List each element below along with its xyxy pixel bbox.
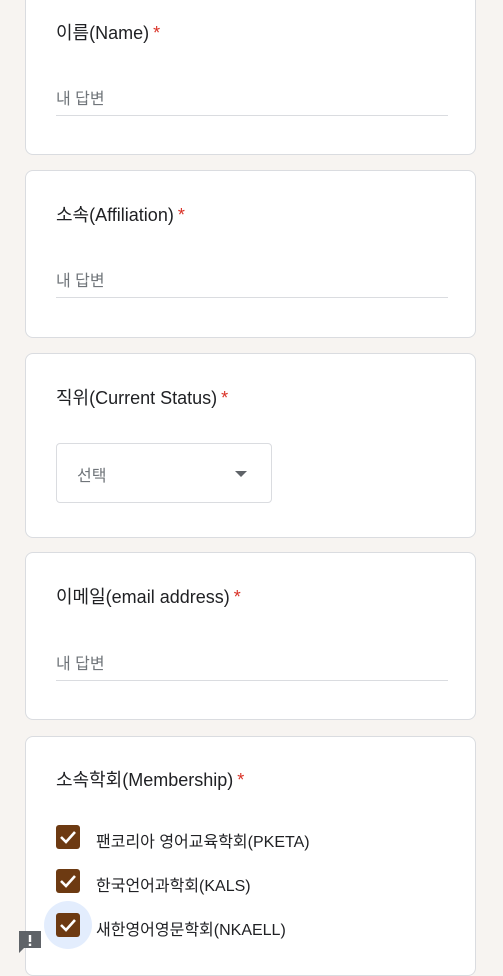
question-title-affiliation: 소속(Affiliation) * [56,203,185,227]
question-card-status: 직위(Current Status) * 선택 [25,353,476,538]
question-title-text: 소속학회(Membership) [56,770,234,790]
question-title-status: 직위(Current Status) * [56,386,228,410]
question-title-text: 이메일(email address) [56,587,230,607]
checkmark-icon [60,875,76,888]
status-dropdown[interactable]: 선택 [56,443,272,503]
question-title-text: 직위(Current Status) [56,388,218,408]
required-asterisk: * [237,770,245,790]
question-title-email: 이메일(email address) * [56,585,241,609]
checkmark-icon [60,919,76,932]
question-title-membership: 소속학회(Membership) * [56,768,244,792]
report-problem-icon[interactable] [17,929,43,955]
checkbox-label: 한국언어과학회(KALS) [96,878,251,895]
question-card-email: 이메일(email address) * 내 답변 [25,552,476,720]
checkbox-label: 팬코리아 영어교육학회(PKETA) [96,834,310,851]
checkbox[interactable] [56,825,80,849]
required-asterisk: * [233,587,241,607]
checkmark-icon [60,831,76,844]
question-card-affiliation: 소속(Affiliation) * 내 답변 [25,170,476,338]
input-placeholder: 내 답변 [56,91,105,108]
question-card-membership: 소속학회(Membership) * 팬코리아 영어교육학회(PKETA) 한국언… [25,736,476,976]
checkbox-label: 새한영어영문학회(NKAELL) [96,922,286,939]
required-asterisk: * [177,205,185,225]
input-placeholder: 내 답변 [56,273,105,290]
question-title-text: 이름(Name) [56,23,150,43]
affiliation-input[interactable]: 내 답변 [56,266,448,298]
name-input[interactable]: 내 답변 [56,84,448,116]
required-asterisk: * [221,388,229,408]
checkbox[interactable] [56,913,80,937]
caret-down-icon [235,471,247,477]
email-input[interactable]: 내 답변 [56,649,448,681]
dropdown-selected-value: 선택 [77,468,107,485]
question-title-name: 이름(Name) * [56,21,160,45]
checkbox[interactable] [56,869,80,893]
question-card-name: 이름(Name) * 내 답변 [25,0,476,155]
question-title-text: 소속(Affiliation) [56,205,174,225]
required-asterisk: * [153,23,161,43]
input-placeholder: 내 답변 [56,656,105,673]
